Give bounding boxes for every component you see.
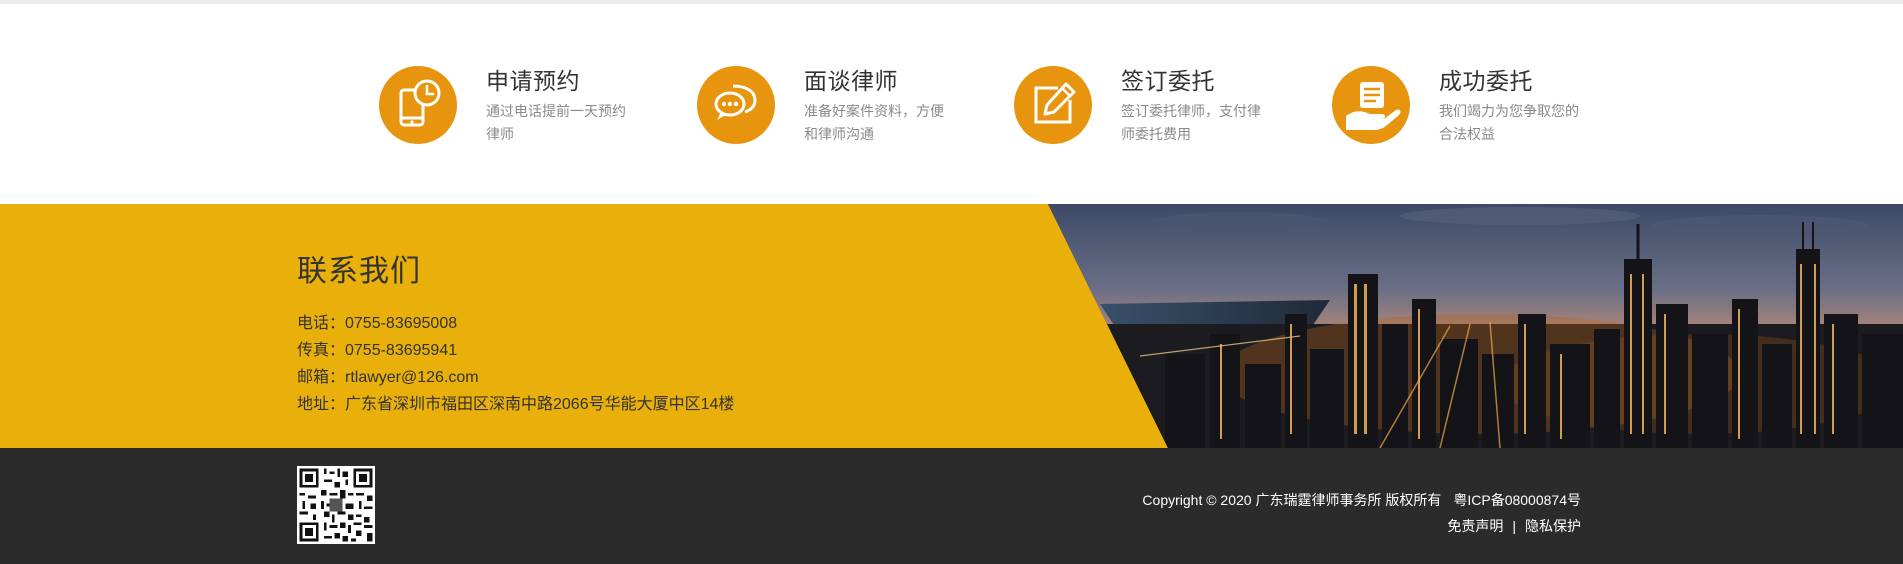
step-meet-lawyer: 面谈律师 准备好案件资料，方便和律师沟通 bbox=[697, 62, 997, 152]
step-commission-success: 成功委托 我们竭力为您争取您的合法权益 bbox=[1332, 62, 1632, 152]
phone-clock-icon bbox=[379, 66, 457, 144]
link-separator: | bbox=[1512, 518, 1516, 534]
copyright-text: Copyright © 2020 广东瑞霆律师事务所 版权所有 bbox=[1142, 492, 1442, 508]
contact-title: 联系我们 bbox=[297, 255, 421, 288]
qr-code-image bbox=[297, 466, 375, 544]
contact-fax: 传真：0755-83695941 bbox=[297, 342, 458, 359]
step-description: 准备好案件资料，方便和律师沟通 bbox=[804, 103, 944, 142]
step-sign-commission: 签订委托 签订委托律师，支付律师委托费用 bbox=[1014, 62, 1314, 152]
step-title: 面谈律师 bbox=[804, 68, 898, 94]
step-description: 我们竭力为您争取您的合法权益 bbox=[1439, 103, 1579, 142]
footer-links: 免责声明 | 隐私保护 bbox=[1447, 516, 1581, 536]
city-skyline-image bbox=[1048, 204, 1903, 448]
service-steps: 申请预约 通过电话提前一天预约律师 面谈律师 准备好案件资料，方便和律师沟通 签… bbox=[0, 4, 1903, 204]
contact-phone: 电话：0755-83695008 bbox=[297, 315, 458, 332]
step-apply-appointment: 申请预约 通过电话提前一天预约律师 bbox=[379, 62, 679, 152]
step-title: 签订委托 bbox=[1121, 68, 1215, 94]
copyright-line: Copyright © 2020 广东瑞霆律师事务所 版权所有 粤ICP备0800… bbox=[1142, 490, 1581, 510]
icp-license[interactable]: 粤ICP备08000874号 bbox=[1453, 492, 1581, 508]
contact-section: 联系我们 电话：0755-83695008 传真：0755-83695941 邮… bbox=[0, 204, 1903, 448]
contact-email: 邮箱：rtlawyer@126.com bbox=[297, 369, 479, 386]
hand-document-icon bbox=[1332, 66, 1410, 144]
edit-pen-icon bbox=[1014, 66, 1092, 144]
step-description: 签订委托律师，支付律师委托费用 bbox=[1121, 103, 1261, 142]
step-title: 成功委托 bbox=[1439, 68, 1533, 94]
disclaimer-link[interactable]: 免责声明 bbox=[1447, 518, 1503, 534]
step-description: 通过电话提前一天预约律师 bbox=[486, 103, 626, 142]
site-footer: Copyright © 2020 广东瑞霆律师事务所 版权所有 粤ICP备0800… bbox=[0, 448, 1903, 564]
chat-bubbles-icon bbox=[697, 66, 775, 144]
contact-address: 地址：广东省深圳市福田区深南中路2066号华能大厦中区14楼 bbox=[297, 396, 735, 413]
privacy-link[interactable]: 隐私保护 bbox=[1525, 518, 1581, 534]
step-title: 申请预约 bbox=[486, 68, 580, 94]
contact-info: 联系我们 电话：0755-83695008 传真：0755-83695941 邮… bbox=[297, 246, 734, 418]
